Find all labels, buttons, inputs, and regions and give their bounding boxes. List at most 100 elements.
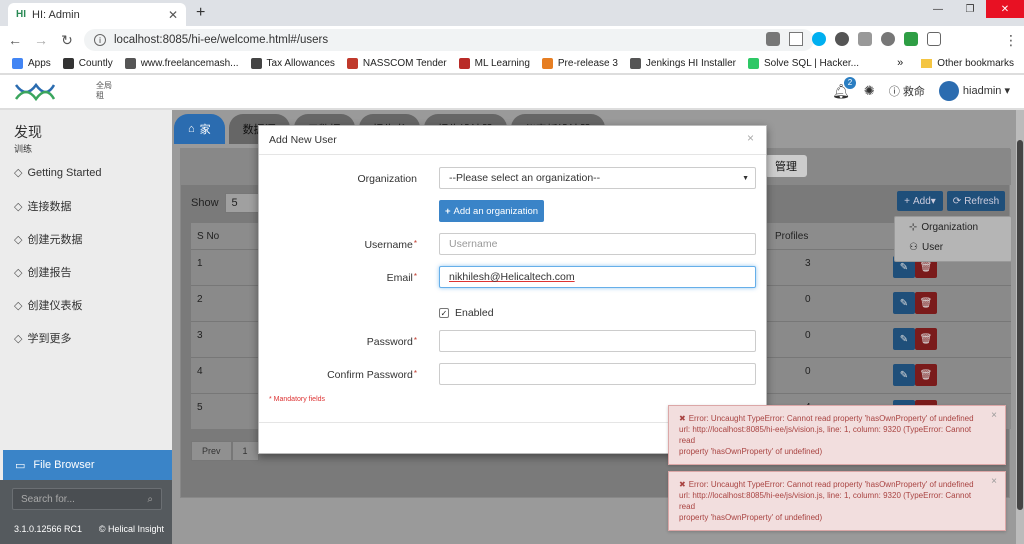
apps-grid-icon <box>12 58 23 69</box>
back-icon[interactable]: ← <box>4 32 26 48</box>
trash-icon[interactable]: 🗑︎ <box>915 292 937 314</box>
mandatory-note: * Mandatory fields <box>269 396 326 403</box>
bookmark-label: www.freelancemash... <box>140 58 239 69</box>
confirm-password-input[interactable] <box>439 363 756 385</box>
modal-title: Add New User <box>269 134 337 146</box>
col-profiles[interactable]: Profiles <box>775 231 808 242</box>
helical-logo-icon[interactable] <box>14 81 56 103</box>
browser-tabbar: HI HI: Admin ✕ + — ❐ ✕ <box>0 0 1024 26</box>
key-icon[interactable] <box>766 32 780 46</box>
sidebar-item-connect-data[interactable]: ◇ 连接数据 <box>14 198 71 214</box>
reload-icon[interactable]: ↻ <box>56 32 78 49</box>
bookmark-item[interactable]: www.freelancemash... <box>124 58 239 69</box>
toast-line: url: http://localhost:8085/hi-ee/js/visi… <box>679 491 972 511</box>
other-bookmarks[interactable]: » Other bookmarks <box>897 57 1014 69</box>
info-icon[interactable]: i <box>94 34 106 46</box>
trash-icon[interactable]: 🗑︎ <box>915 364 937 386</box>
bookmark-item[interactable]: Apps <box>12 58 51 69</box>
window-controls: — ❐ ✕ <box>922 0 1024 18</box>
nasscom-icon <box>346 58 358 69</box>
sidebar-item-create-dashboard[interactable]: ◇ 创建仪表板 <box>14 297 82 313</box>
menu-item-organization[interactable]: ⊹ Organization <box>895 217 1011 237</box>
sidebar-item-create-metadata[interactable]: ◇ 创建元数据 <box>14 231 82 247</box>
diamond-icon: ◇ <box>14 167 23 179</box>
email-label-text: Email <box>386 272 413 284</box>
menu-item-user[interactable]: ⚇ User <box>895 237 1011 257</box>
confirm-password-label: Confirm Password* <box>327 369 417 381</box>
minimize-button[interactable]: — <box>922 0 954 18</box>
app-header: 全局 租 🔔︎ 2 ✺ ⓘ 救命 hiadmin ▾ <box>0 75 1024 109</box>
address-bar[interactable]: i localhost:8085/hi-ee/welcome.html#/use… <box>84 29 814 51</box>
bookmark-item[interactable]: Tax Allowances <box>250 58 335 69</box>
circle-extension-icon[interactable] <box>835 32 849 46</box>
row-profiles: 3 <box>805 258 811 269</box>
toast-line: property 'hasOwnProperty' of undefined) <box>679 513 823 522</box>
edit-icon[interactable]: ✎ <box>893 292 915 314</box>
window-close-button[interactable]: ✕ <box>986 0 1024 18</box>
bookmark-item[interactable]: NASSCOM Tender <box>346 58 447 69</box>
prev-page-button[interactable]: Prev <box>191 441 232 461</box>
page-scrollbar-thumb[interactable] <box>1017 140 1023 510</box>
close-icon[interactable]: × <box>991 410 997 421</box>
required-mark: * <box>413 369 417 378</box>
star-icon[interactable] <box>789 32 803 46</box>
bell-icon[interactable]: 🔔︎ 2 <box>832 76 856 100</box>
organization-selected-value: --Please select an organization-- <box>449 172 601 184</box>
search-icon[interactable]: ⌕ <box>147 494 153 505</box>
tab-title: HI: Admin <box>32 8 80 21</box>
bookmark-item[interactable]: Jenkings HI Installer <box>629 58 736 69</box>
refresh-button[interactable]: ⟳ Refresh <box>947 191 1005 211</box>
users-icon: ⚇ <box>909 241 918 253</box>
email-field[interactable]: nikhilesh@Helicaltech.com <box>439 266 756 288</box>
more-bookmarks-icon[interactable]: » <box>897 57 903 69</box>
file-browser-button[interactable]: ▭ File Browser <box>3 450 172 480</box>
bookmark-item[interactable]: Solve SQL | Hacker... <box>747 58 859 69</box>
checkmark-icon[interactable]: ✓ <box>439 308 449 318</box>
close-icon[interactable]: × <box>747 131 754 145</box>
email-label: Email* <box>387 272 417 284</box>
bookmark-label: NASSCOM Tender <box>362 58 447 69</box>
required-mark: * <box>413 336 417 345</box>
help-link[interactable]: ⓘ 救命 <box>889 83 925 99</box>
menu-kebab-icon[interactable]: ⋮ <box>1004 32 1018 49</box>
bookmark-label: Jenkings HI Installer <box>645 58 736 69</box>
bookmark-label: Apps <box>28 58 51 69</box>
extension-icon[interactable] <box>858 32 872 46</box>
close-icon[interactable]: × <box>991 476 997 487</box>
password-input[interactable] <box>439 330 756 352</box>
add-dropdown-button[interactable]: + Add ▾ <box>897 191 943 211</box>
edit-icon[interactable]: ✎ <box>893 328 915 350</box>
tab-close-icon[interactable]: ✕ <box>168 8 178 22</box>
enabled-checkbox[interactable]: ✓ Enabled <box>439 307 494 319</box>
trash-icon[interactable]: 🗑︎ <box>915 328 937 350</box>
user-menu[interactable]: hiadmin ▾ <box>938 81 1010 101</box>
row-sno: 3 <box>197 330 203 341</box>
cast-icon[interactable] <box>927 32 941 46</box>
shield-extension-icon[interactable] <box>881 32 895 46</box>
bookmark-item[interactable]: ML Learning <box>458 58 530 69</box>
page-1-button[interactable]: 1 <box>231 441 259 461</box>
sidebar-item-getting-started[interactable]: ◇ Getting Started <box>14 166 101 180</box>
skype-icon[interactable] <box>812 32 826 46</box>
manage-button[interactable]: 管理 <box>765 155 807 177</box>
tab-home[interactable]: ⌂ 家 <box>174 114 225 144</box>
bookmark-item[interactable]: Countly <box>62 58 113 69</box>
col-sno[interactable]: S No <box>197 231 219 242</box>
file-search-input[interactable]: Search for... ⌕ <box>12 488 162 510</box>
edit-icon[interactable]: ✎ <box>893 364 915 386</box>
sidebar-item-learn-more[interactable]: ◇ 学到更多 <box>14 330 71 346</box>
username-input[interactable]: Username <box>439 233 756 255</box>
add-organization-button[interactable]: + Add an organization <box>439 200 544 222</box>
bookmark-item[interactable]: Pre-release 3 <box>541 58 618 69</box>
green-extension-icon[interactable] <box>904 32 918 46</box>
countly-icon <box>62 58 74 69</box>
new-tab-button[interactable]: + <box>196 4 205 22</box>
bug-icon[interactable]: ✺ <box>864 83 875 99</box>
page-size-select[interactable]: 5 <box>224 193 259 213</box>
browser-tab[interactable]: HI HI: Admin ✕ <box>8 3 186 26</box>
sidebar-item-create-report[interactable]: ◇ 创建报告 <box>14 264 71 280</box>
forward-icon[interactable]: → <box>30 32 52 48</box>
restore-button[interactable]: ❐ <box>954 0 986 18</box>
file-browser-label: File Browser <box>33 459 95 471</box>
organization-select[interactable]: --Please select an organization-- ▼ <box>439 167 756 189</box>
